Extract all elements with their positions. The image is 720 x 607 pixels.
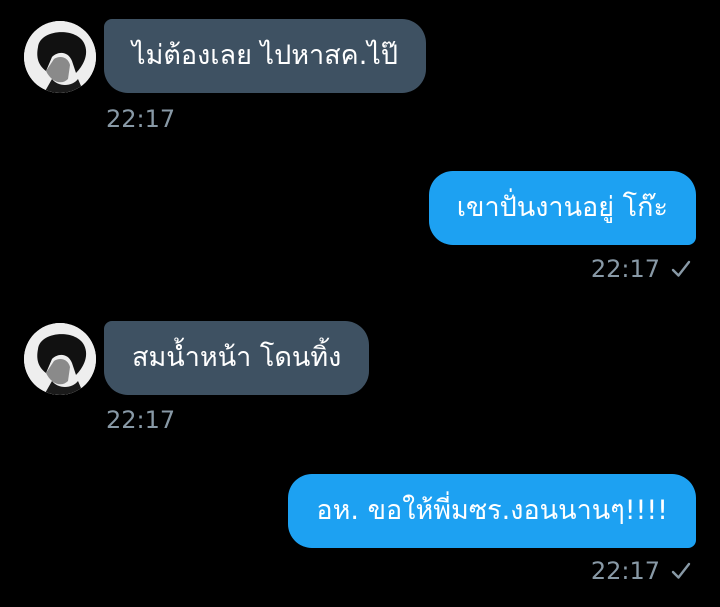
conversation-thread: ไม่ต้องเลย ไปหาสค.ไป๊ 22:17 เขาปั่นงานอย… bbox=[0, 0, 720, 607]
checkmark-icon bbox=[671, 260, 691, 277]
message-bubble-outgoing[interactable]: อห. ขอให้พี่มซร.งอนนานๆ!!!! bbox=[288, 474, 696, 548]
message-bubble-incoming[interactable]: ไม่ต้องเลย ไปหาสค.ไป๊ bbox=[104, 19, 427, 93]
message-timestamp: 22:17 bbox=[590, 255, 660, 283]
message-text: เขาปั่นงานอยู่ โก๊ะ bbox=[456, 192, 668, 223]
message-text: อห. ขอให้พี่มซร.งอนนานๆ!!!! bbox=[316, 495, 668, 526]
message-bubble-outgoing[interactable]: เขาปั่นงานอยู่ โก๊ะ bbox=[428, 171, 696, 245]
message-timestamp: 22:17 bbox=[590, 557, 660, 585]
message-bubble-incoming[interactable]: สมน้ำหน้า โดนทิ้ง bbox=[104, 321, 370, 395]
checkmark-icon bbox=[671, 562, 691, 579]
contact-avatar[interactable] bbox=[24, 21, 96, 93]
message-timestamp: 22:17 bbox=[106, 406, 176, 434]
contact-avatar[interactable] bbox=[24, 323, 96, 395]
message-text: ไม่ต้องเลย ไปหาสค.ไป๊ bbox=[132, 40, 399, 71]
message-text: สมน้ำหน้า โดนทิ้ง bbox=[132, 342, 342, 373]
message-timestamp: 22:17 bbox=[106, 105, 176, 133]
